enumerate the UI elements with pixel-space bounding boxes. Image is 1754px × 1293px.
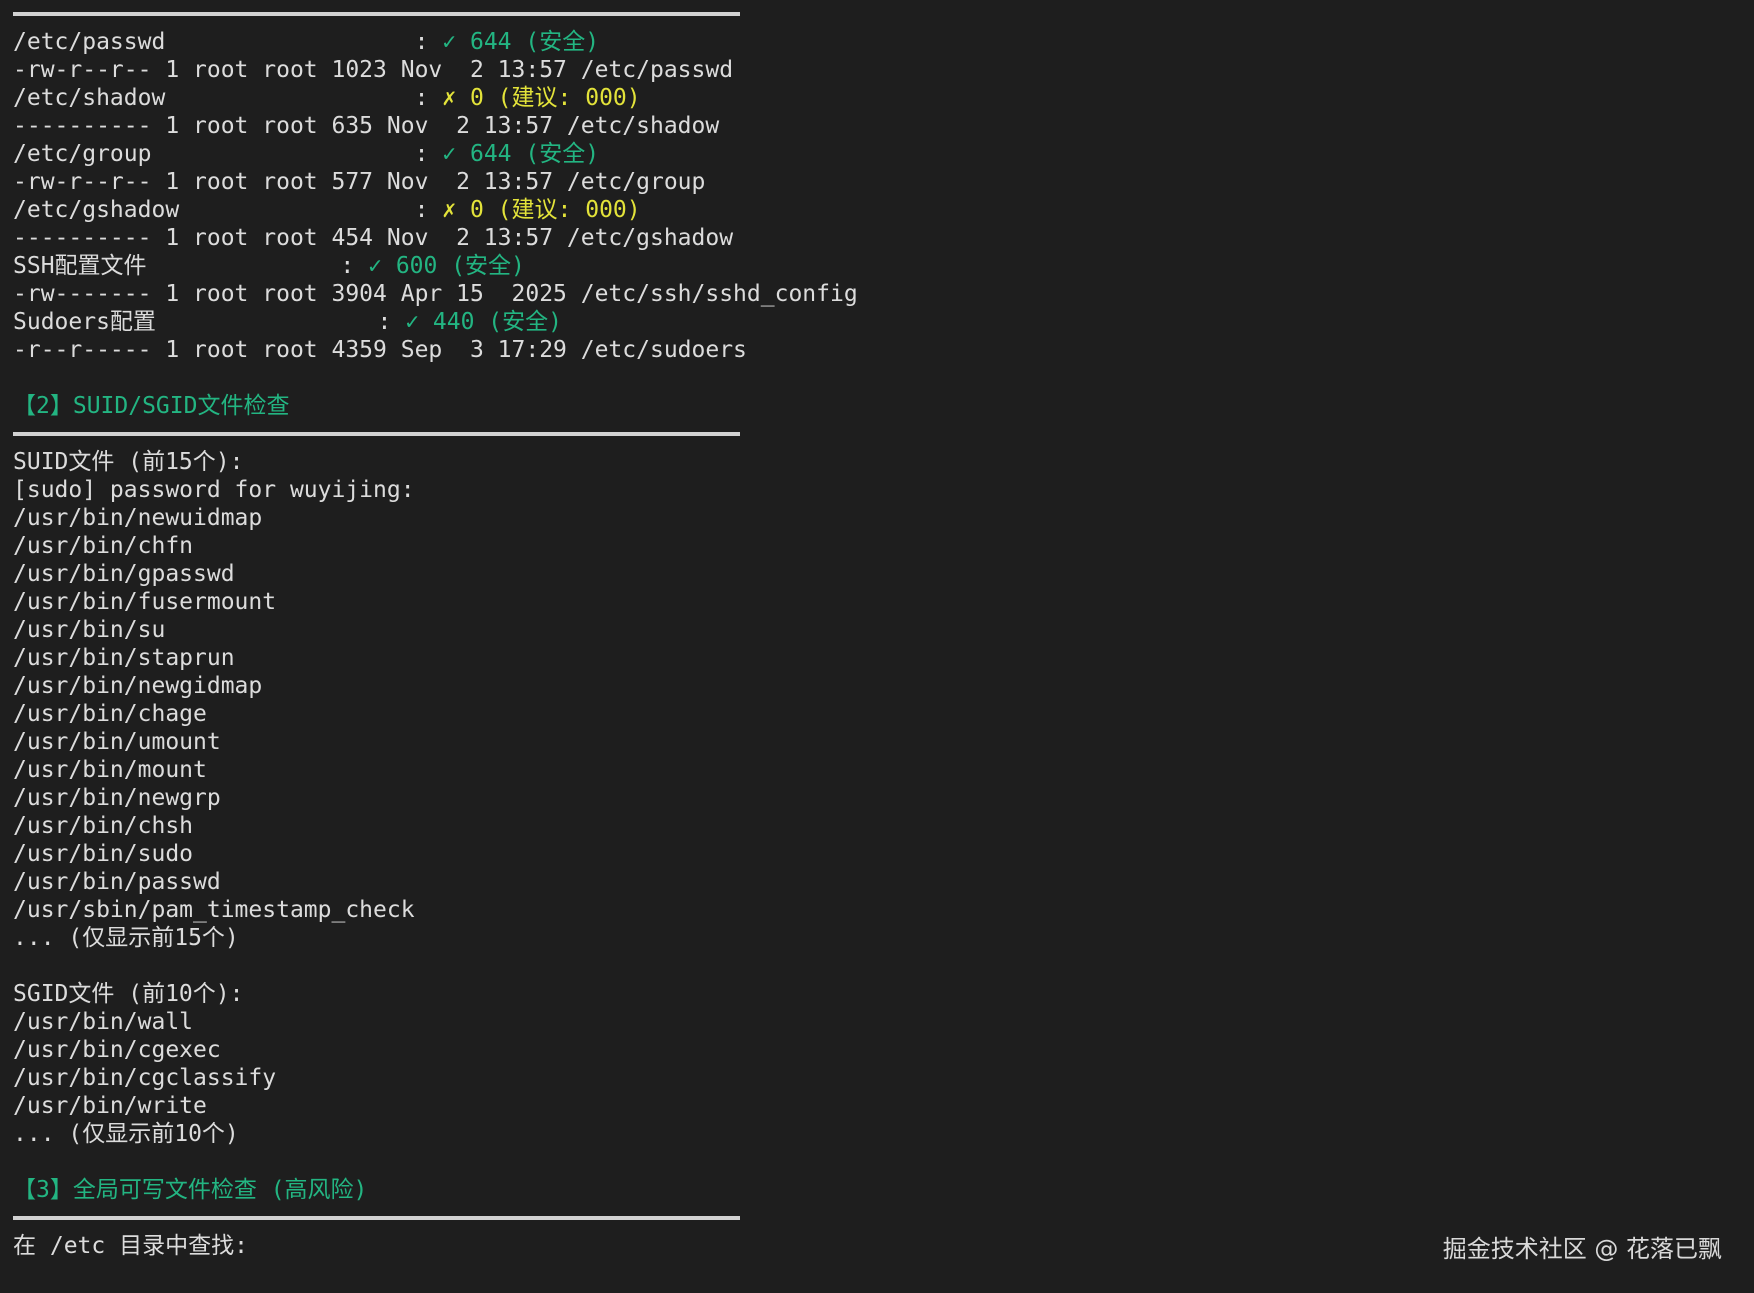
suid-file-list: /usr/bin/newuidmap/usr/bin/chfn/usr/bin/… [13,504,1713,924]
suid-file-item: /usr/bin/chsh [13,813,194,839]
suid-file-item: /usr/bin/staprun [13,645,235,671]
suid-file-item: /usr/bin/newgidmap [13,673,263,699]
sgid-file-list: /usr/bin/wall/usr/bin/cgexec/usr/bin/cgc… [13,1008,1713,1120]
suid-file-item: /usr/bin/sudo [13,841,194,867]
terminal-output: /etc/passwd : ✓ 644 (安全) -rw-r--r-- 1 roo… [13,0,1713,1260]
suid-file-item: /usr/sbin/pam_timestamp_check [13,897,415,923]
check-result: 644 (安全) [456,141,600,167]
ls-output-line: -rw-r--r-- 1 root root 1023 Nov 2 13:57 … [13,57,734,83]
sgid-file-item: /usr/bin/wall [13,1009,194,1035]
separator-section-3 [13,1204,1713,1232]
watermark: 掘金技术社区 @ 花落已飘 [1442,1235,1722,1263]
ls-output-line: -r--r----- 1 root root 4359 Sep 3 17:29 … [13,337,747,363]
check-mark-icon: ✓ [442,29,457,55]
check-separator: : [414,85,443,111]
check-mark-icon: ✓ [442,141,457,167]
suid-file-item: /usr/bin/mount [13,757,207,783]
section-2-heading: 【2】SUID/SGID文件检查 [13,393,290,419]
check-label: /etc/gshadow [13,197,415,223]
check-result: 440 (安全) [419,309,562,335]
sgid-file-item: /usr/bin/cgexec [13,1037,221,1063]
suid-file-item: /usr/bin/chfn [13,533,194,559]
ls-output-line: ---------- 1 root root 454 Nov 2 13:57 /… [13,225,734,251]
check-label: /etc/passwd [13,29,415,55]
check-label: Sudoers配置 [13,309,378,335]
ls-output-line: ---------- 1 root root 635 Nov 2 13:57 /… [13,113,720,139]
check-result: 600 (安全) [381,253,525,279]
permission-check-line: /etc/group : ✓ 644 (安全) [13,140,1713,168]
suid-file-item: /usr/bin/newgrp [13,785,221,811]
check-separator: : [377,309,406,335]
suid-file-item: /usr/bin/chage [13,701,207,727]
sgid-title: SGID文件 (前10个): [13,981,244,1007]
suid-file-item: /usr/bin/su [13,617,166,643]
suid-file-item: /usr/bin/passwd [13,869,221,895]
check-result: 0 (建议: 000) [456,85,641,111]
check-separator: : [414,141,443,167]
check-label: /etc/shadow [13,85,415,111]
sgid-file-item: /usr/bin/cgclassify [13,1065,277,1091]
sgid-more-note: ... (仅显示前10个) [13,1121,239,1147]
ls-output-line: -rw------- 1 root root 3904 Apr 15 2025 … [13,281,858,307]
suid-file-item: /usr/bin/fusermount [13,589,277,615]
cross-mark-icon: ✗ [442,85,457,111]
check-result: 644 (安全) [456,29,600,55]
ls-output-line: -rw-r--r-- 1 root root 577 Nov 2 13:57 /… [13,169,706,195]
permission-check-line: SSH配置文件 : ✓ 600 (安全) [13,252,1713,280]
permission-check-line: /etc/shadow : ✗ 0 (建议: 000) [13,84,1713,112]
permission-check-line: /etc/gshadow : ✗ 0 (建议: 000) [13,196,1713,224]
suid-title: SUID文件 (前15个): [13,449,244,475]
check-separator: : [414,197,443,223]
suid-file-item: /usr/bin/umount [13,729,221,755]
permission-check-list: /etc/passwd : ✓ 644 (安全) -rw-r--r-- 1 roo… [13,28,1713,364]
sudo-prompt: [sudo] password for wuyijing: [13,477,415,503]
cross-mark-icon: ✗ [442,197,457,223]
check-mark-icon: ✓ [405,309,420,335]
permission-check-line: /etc/passwd : ✓ 644 (安全) [13,28,1713,56]
check-separator: : [414,29,443,55]
check-result: 0 (建议: 000) [456,197,641,223]
section-3-heading: 【3】全局可写文件检查 (高风险) [13,1177,368,1203]
separator-top [13,0,1713,28]
check-separator: : [340,253,369,279]
suid-file-item: /usr/bin/gpasswd [13,561,235,587]
check-label: /etc/group [13,141,415,167]
separator-section-2 [13,420,1713,448]
check-label: SSH配置文件 [13,253,341,279]
suid-more-note: ... (仅显示前15个) [13,925,239,951]
suid-file-item: /usr/bin/newuidmap [13,505,263,531]
check-mark-icon: ✓ [368,253,382,279]
permission-check-line: Sudoers配置 : ✓ 440 (安全) [13,308,1713,336]
sgid-file-item: /usr/bin/write [13,1093,207,1119]
